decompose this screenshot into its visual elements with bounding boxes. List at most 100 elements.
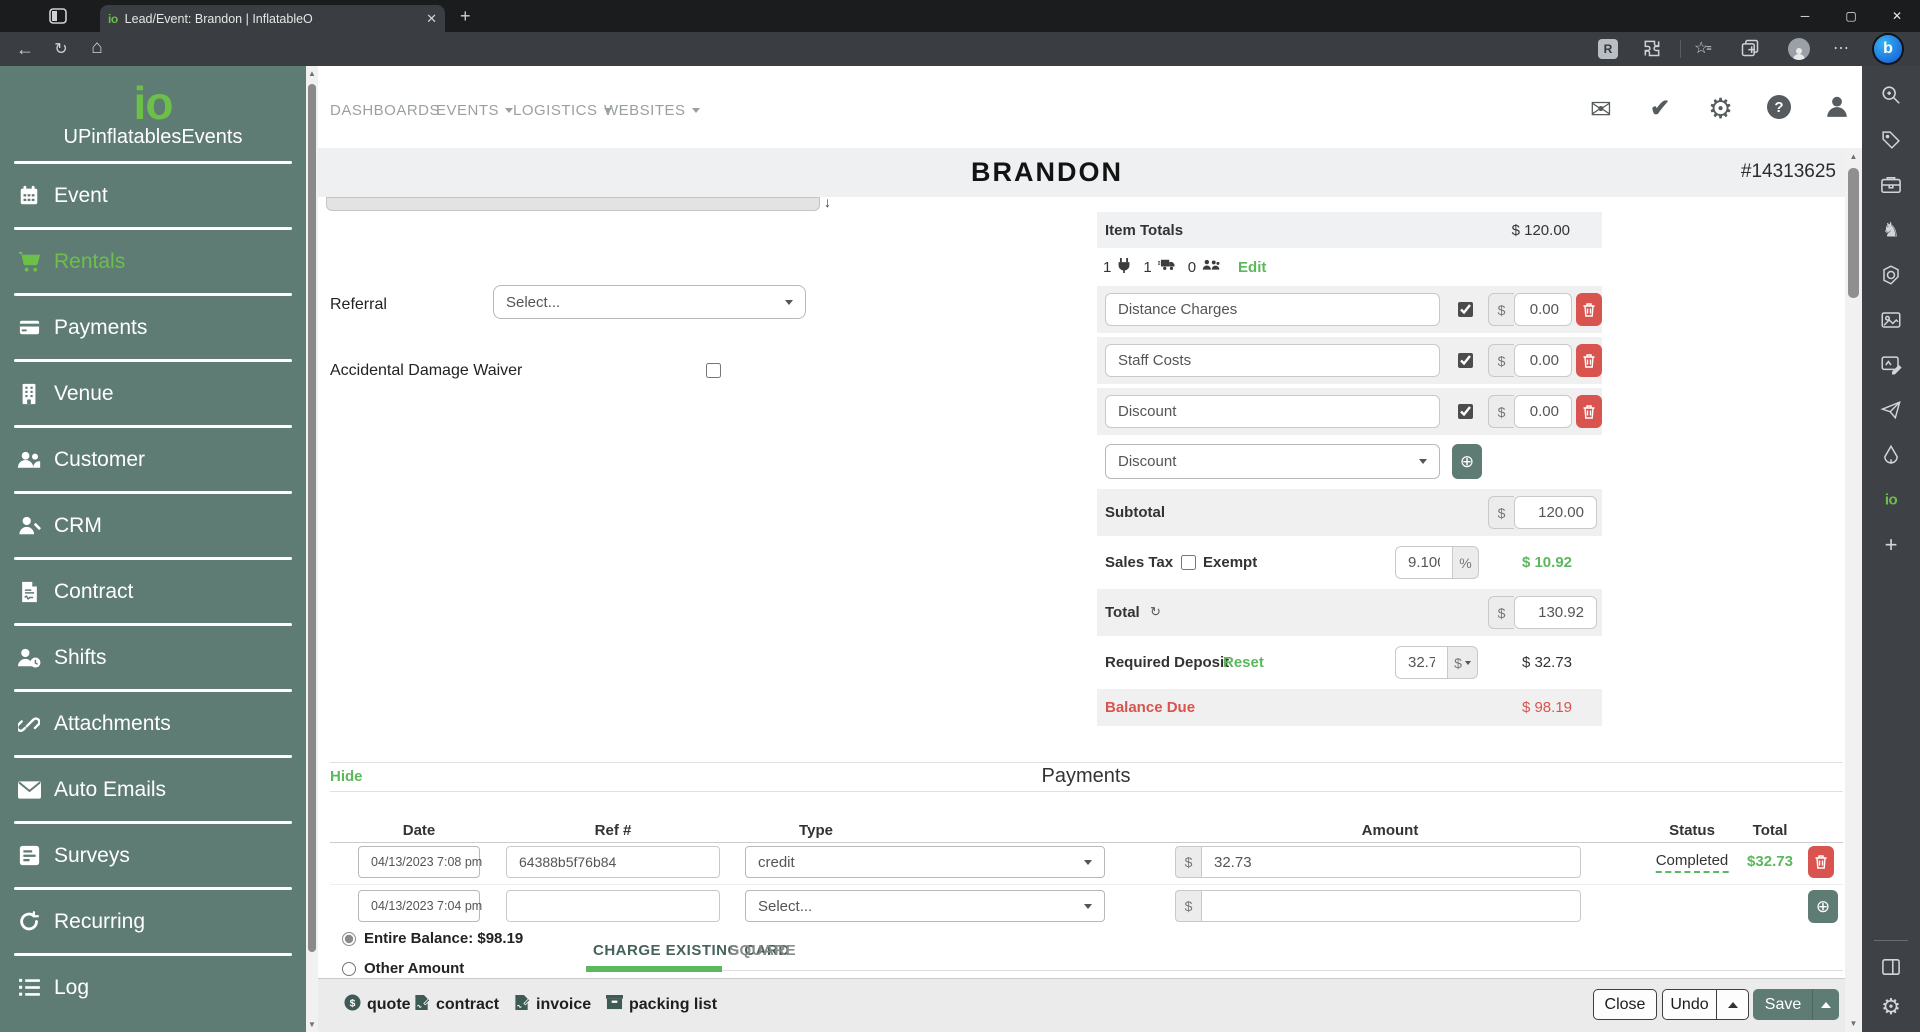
- sidebar-panel-icon[interactable]: [1881, 958, 1901, 976]
- payment-type-select[interactable]: Select...: [745, 890, 1105, 922]
- close-window-button[interactable]: ✕: [1874, 0, 1920, 32]
- scroll-up-icon[interactable]: ▲: [1845, 152, 1862, 161]
- total-input[interactable]: [1514, 596, 1597, 629]
- shopping-tag-icon[interactable]: [1881, 130, 1902, 151]
- save-button[interactable]: Save: [1753, 989, 1813, 1020]
- games-icon[interactable]: ♞: [1882, 218, 1900, 243]
- tree-icon[interactable]: [1881, 444, 1901, 466]
- charge-enabled-checkbox[interactable]: [1458, 404, 1473, 419]
- deposit-unit-select[interactable]: $: [1448, 646, 1478, 679]
- tax-rate-input[interactable]: [1395, 546, 1453, 579]
- undo-button[interactable]: Undo: [1662, 989, 1716, 1020]
- user-icon[interactable]: [1824, 93, 1850, 119]
- tasks-check-icon[interactable]: ✔: [1650, 94, 1670, 123]
- back-icon[interactable]: ←: [12, 37, 38, 61]
- shapes-icon[interactable]: [1881, 265, 1902, 286]
- scroll-down-icon[interactable]: ▼: [306, 1020, 318, 1029]
- deposit-input[interactable]: [1395, 646, 1448, 679]
- scroll-down-icon[interactable]: ▼: [1845, 1019, 1862, 1028]
- delete-charge-button[interactable]: [1576, 395, 1602, 428]
- refresh-icon[interactable]: ↻: [48, 37, 74, 61]
- collections-icon[interactable]: [1740, 38, 1760, 58]
- entire-balance-radio[interactable]: [342, 932, 356, 946]
- add-payment-button[interactable]: ⊕: [1808, 890, 1838, 923]
- other-amount-radio[interactable]: [342, 962, 356, 976]
- sidebar-item-recurring[interactable]: Recurring: [0, 890, 306, 953]
- favorites-icon[interactable]: ☆ ≡: [1694, 38, 1712, 58]
- sidebar-item-crm[interactable]: CRM: [0, 494, 306, 557]
- home-icon[interactable]: ⌂: [84, 36, 110, 60]
- save-dropdown-button[interactable]: [1813, 989, 1839, 1020]
- sidebar-item-rentals[interactable]: Rentals: [0, 230, 306, 293]
- nav-websites[interactable]: WEBSITES: [604, 102, 700, 119]
- sidebar-item-venue[interactable]: Venue: [0, 362, 306, 425]
- search-icon[interactable]: [1880, 84, 1902, 106]
- undo-dropdown-button[interactable]: [1716, 989, 1749, 1020]
- packing-list-link[interactable]: packing list: [606, 994, 717, 1015]
- sidebar-item-auto-emails[interactable]: Auto Emails: [0, 758, 306, 821]
- close-button[interactable]: Close: [1593, 989, 1657, 1020]
- collapse-arrow-icon[interactable]: ↓: [824, 194, 831, 210]
- referral-select[interactable]: Select...: [493, 285, 806, 319]
- collapsed-section-bar[interactable]: [326, 197, 820, 211]
- content-scrollbar-thumb[interactable]: [1848, 168, 1859, 298]
- sidebar-item-event[interactable]: Event: [0, 164, 306, 227]
- site-favicon-io[interactable]: io: [1885, 492, 1898, 509]
- extension-icon[interactable]: R: [1598, 39, 1618, 59]
- nav-dashboards[interactable]: DASHBOARDS: [330, 102, 440, 119]
- tab-close-icon[interactable]: ✕: [426, 12, 437, 25]
- damage-waiver-checkbox[interactable]: [706, 363, 721, 378]
- charge-amount-input[interactable]: [1514, 293, 1572, 326]
- image-viewer-icon[interactable]: [1881, 310, 1902, 331]
- tax-exempt-checkbox[interactable]: [1181, 555, 1196, 570]
- charge-enabled-checkbox[interactable]: [1458, 353, 1473, 368]
- sidebar-item-shifts[interactable]: Shifts: [0, 626, 306, 689]
- sidebar-scrollbar[interactable]: ▲ ▼: [306, 66, 318, 1032]
- charge-amount-input[interactable]: [1514, 344, 1572, 377]
- recalculate-icon[interactable]: ↻: [1150, 604, 1161, 620]
- tab-square[interactable]: SQUARE: [729, 942, 796, 959]
- add-sidebar-item-icon[interactable]: +: [1885, 532, 1898, 558]
- browser-tab[interactable]: io Lead/Event: Brandon | InflatableO ✕: [100, 5, 445, 32]
- maximize-button[interactable]: ▢: [1828, 0, 1874, 32]
- profile-avatar[interactable]: [1788, 38, 1810, 60]
- contract-link[interactable]: contract: [414, 994, 499, 1016]
- sidebar-settings-gear-icon[interactable]: ⚙: [1881, 994, 1901, 1020]
- extensions-puzzle-icon[interactable]: [1642, 38, 1662, 58]
- payment-date-input[interactable]: 04/13/2023 7:08 pm: [358, 846, 482, 878]
- settings-more-icon[interactable]: ⋯: [1833, 38, 1850, 58]
- charge-name-input[interactable]: [1105, 395, 1440, 428]
- messages-icon[interactable]: ✉: [1590, 94, 1612, 125]
- add-charge-select[interactable]: Discount: [1105, 444, 1440, 479]
- payment-status[interactable]: Completed: [1655, 852, 1729, 873]
- delete-charge-button[interactable]: [1576, 344, 1602, 377]
- quote-link[interactable]: $ quote: [344, 994, 411, 1016]
- sidebar-item-customer[interactable]: Customer: [0, 428, 306, 491]
- deposit-reset-link[interactable]: Reset: [1223, 654, 1264, 671]
- sidebar-item-payments[interactable]: Payments: [0, 296, 306, 359]
- sidebar-item-attachments[interactable]: Attachments: [0, 692, 306, 755]
- payments-hide-link[interactable]: Hide: [330, 768, 363, 785]
- sidebar-item-surveys[interactable]: Surveys: [0, 824, 306, 887]
- payment-amount-input[interactable]: [1201, 890, 1581, 922]
- new-tab-button[interactable]: +: [460, 7, 471, 25]
- charge-enabled-checkbox[interactable]: [1458, 302, 1473, 317]
- designer-icon[interactable]: [1881, 355, 1902, 376]
- payment-date-input[interactable]: 04/13/2023 7:04 pm: [358, 890, 482, 922]
- minimize-button[interactable]: ─: [1782, 0, 1828, 32]
- sidebar-item-contract[interactable]: Contract: [0, 560, 306, 623]
- payment-amount-input[interactable]: [1201, 846, 1581, 878]
- tab-search-icon[interactable]: [48, 6, 68, 31]
- sidebar-item-log[interactable]: Log: [0, 956, 306, 1019]
- sidebar-scrollbar-thumb[interactable]: [308, 84, 316, 952]
- edit-items-link[interactable]: Edit: [1238, 259, 1266, 276]
- nav-events[interactable]: EVENTS: [436, 102, 514, 119]
- charge-name-input[interactable]: [1105, 293, 1440, 326]
- nav-logistics[interactable]: LOGISTICS: [513, 102, 612, 119]
- sidebar-logo[interactable]: io UPinflatablesEvents: [0, 66, 306, 149]
- help-icon[interactable]: ?: [1767, 95, 1791, 119]
- charge-name-input[interactable]: [1105, 344, 1440, 377]
- charge-amount-input[interactable]: [1514, 395, 1572, 428]
- delete-payment-button[interactable]: [1808, 846, 1834, 878]
- payment-ref-input[interactable]: [506, 890, 720, 922]
